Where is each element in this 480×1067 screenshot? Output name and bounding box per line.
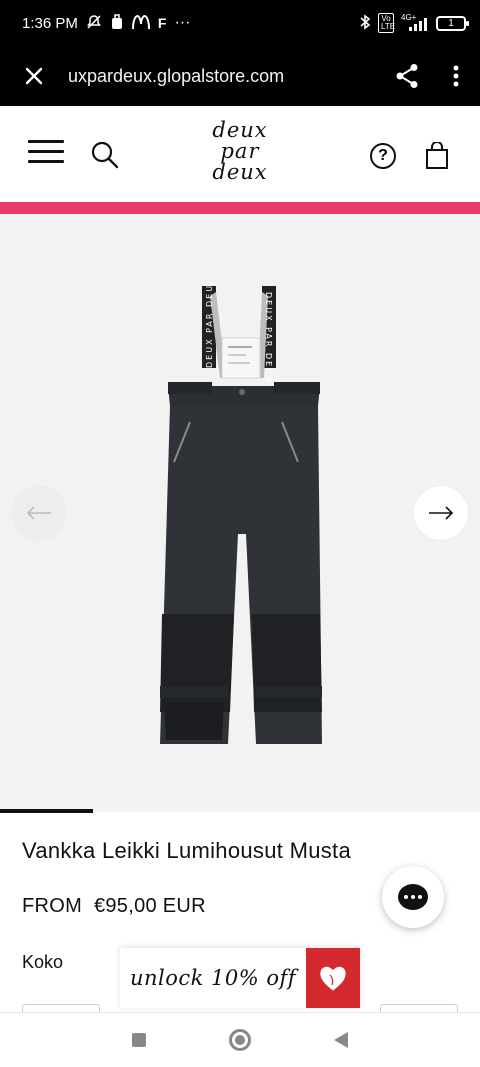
home-dot xyxy=(234,1035,245,1045)
carousel-prev-button[interactable] xyxy=(12,486,66,540)
carousel-next-button[interactable] xyxy=(414,486,468,540)
price-value: €95,00 EUR xyxy=(93,895,206,917)
accent-divider-bar xyxy=(0,202,480,214)
hamburger-line xyxy=(28,140,64,143)
menu-hamburger-icon[interactable] xyxy=(28,140,64,168)
mcdonalds-icon xyxy=(131,14,150,32)
help-button[interactable]: ? xyxy=(370,143,396,169)
right-strap-lettering: DEUX PAR DEUX xyxy=(264,292,273,384)
arrow-right-icon xyxy=(429,506,454,520)
product-tag xyxy=(221,337,261,379)
brand-logo[interactable]: deux par deux xyxy=(198,120,282,190)
close-icon xyxy=(25,67,43,85)
cart-button[interactable] xyxy=(424,141,450,170)
logo-word-3: deux xyxy=(212,160,268,184)
share-button[interactable] xyxy=(382,46,432,106)
leg-cuff-left xyxy=(164,702,224,740)
battery-icon: 1 xyxy=(436,15,469,31)
bluetooth-icon xyxy=(359,13,371,33)
size-label: Koko xyxy=(22,952,64,972)
url-text[interactable]: uxpardeux.glopalstore.com xyxy=(68,66,382,87)
browser-toolbar: uxpardeux.glopalstore.com xyxy=(0,46,480,106)
unlock-discount-text: unlock 10% off xyxy=(129,966,297,990)
more-vert-icon xyxy=(453,65,459,87)
product-price: FROM €95,00 EUR xyxy=(22,895,206,918)
share-icon xyxy=(396,64,418,88)
bag-notification-icon xyxy=(110,13,124,33)
hamburger-line xyxy=(28,160,64,163)
search-button[interactable] xyxy=(90,140,122,172)
chat-bubble-icon xyxy=(398,884,428,910)
chat-dot xyxy=(404,895,408,899)
product-image-snow-pants[interactable]: DEUX PAR DEUX DEUX PAR DEUX xyxy=(150,282,340,762)
chat-dot xyxy=(418,895,422,899)
chat-dot xyxy=(411,895,415,899)
chat-button[interactable] xyxy=(382,866,444,928)
carousel-position-indicator xyxy=(0,809,93,813)
back-button[interactable] xyxy=(334,1032,349,1048)
hamburger-line xyxy=(28,150,64,153)
status-time: 1:36 PM xyxy=(22,14,78,32)
price-from-label: FROM xyxy=(22,895,83,917)
volte-text: Vo LTE xyxy=(381,14,396,31)
home-button[interactable] xyxy=(228,1029,251,1051)
signal-icon xyxy=(409,18,427,31)
recent-apps-button[interactable] xyxy=(131,1033,146,1047)
signal-group: 4G+ xyxy=(401,13,429,31)
help-icon: ? xyxy=(378,147,388,164)
mute-bell-icon xyxy=(86,14,102,33)
logo-word-2: par xyxy=(220,139,260,163)
status-left: 1:36 PM F ··· xyxy=(22,13,191,33)
site-header: deux par deux ? xyxy=(0,106,480,202)
status-right: Vo LTE 4G+ 1 xyxy=(359,13,469,33)
left-strap-lettering: DEUX PAR DEUX xyxy=(205,282,214,368)
system-navigation-bar xyxy=(0,1012,480,1067)
logo-word-1: deux xyxy=(212,118,268,142)
browser-menu-button[interactable] xyxy=(432,46,480,106)
battery-level: 1 xyxy=(448,17,454,29)
search-icon xyxy=(91,141,119,169)
arrow-left-icon xyxy=(26,506,51,520)
unlock-discount-banner[interactable]: unlock 10% off xyxy=(120,948,360,1008)
product-image-carousel[interactable]: DEUX PAR DEUX DEUX PAR DEUX xyxy=(0,214,480,812)
status-bar: 1:36 PM F ··· Vo LTE 4G+ 1 xyxy=(0,0,480,46)
volte-badge: Vo LTE xyxy=(378,13,396,33)
app-root: 1:36 PM F ··· Vo LTE 4G+ 1 uxpardeux.glo… xyxy=(0,0,480,1067)
heart-icon xyxy=(306,948,360,1008)
close-tab-button[interactable] xyxy=(0,46,68,106)
product-title: Vankka Leikki Lumihousut Musta xyxy=(22,838,351,863)
shopping-bag-icon xyxy=(426,141,448,169)
status-more-indicator: ··· xyxy=(174,14,191,31)
status-carrier-letter: F xyxy=(157,15,167,31)
